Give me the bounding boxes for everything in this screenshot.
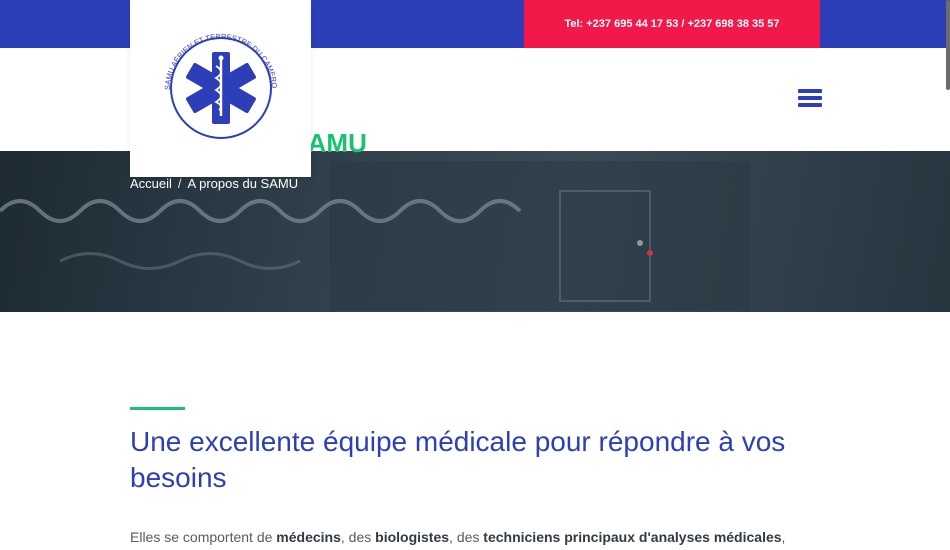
samu-logo: SAMU AÉRIEN ET TERRESTRE DU CAMEROUN <box>127 0 279 139</box>
section-accent-line <box>130 407 185 410</box>
phone-contact[interactable]: Tel: +237 695 44 17 53 / +237 698 38 35 … <box>524 0 820 48</box>
scrollbar[interactable] <box>946 0 950 90</box>
breadcrumb-current: A propos du SAMU <box>187 176 299 191</box>
breadcrumb: Accueil / A propos du SAMU <box>130 176 298 191</box>
phone-text: Tel: +237 695 44 17 53 / +237 698 38 35 … <box>564 18 780 30</box>
logo-container[interactable]: SAMU AÉRIEN ET TERRESTRE DU CAMEROUN <box>127 0 311 177</box>
hamburger-menu-icon[interactable] <box>798 89 822 109</box>
breadcrumb-separator: / <box>177 176 182 191</box>
section-headline: Une excellente équipe médicale pour répo… <box>130 426 786 493</box>
intro-paragraph: Elles se comportent de médecins, des bio… <box>130 529 786 545</box>
breadcrumb-home-link[interactable]: Accueil <box>130 176 172 191</box>
